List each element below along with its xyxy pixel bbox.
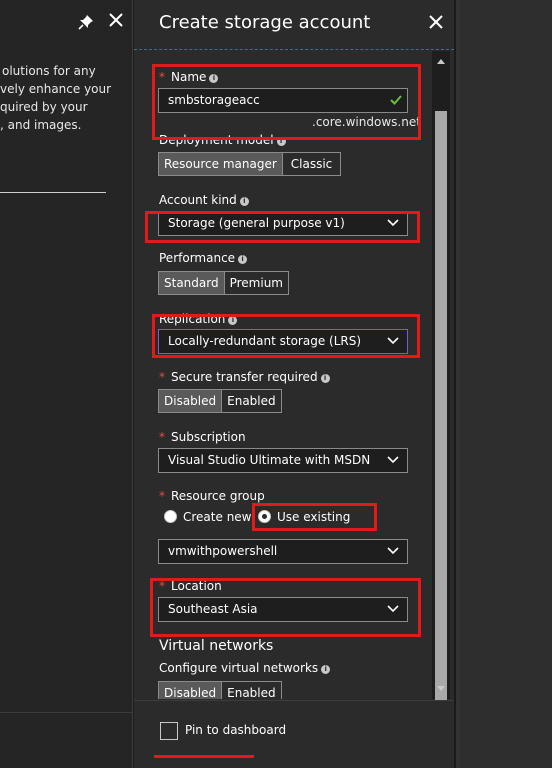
scroll-up-arrow-icon[interactable] — [437, 59, 445, 64]
pin-to-dashboard-label: Pin to dashboard — [185, 723, 287, 737]
pin-icon[interactable] — [78, 14, 94, 30]
chevron-down-icon — [387, 456, 399, 464]
subscription-value: Visual Studio Ultimate with MSDN — [168, 453, 371, 467]
portal-background — [454, 0, 552, 768]
deployment-classic-option[interactable]: Classic — [283, 153, 341, 175]
resource-group-value: vmwithpowershell — [168, 544, 278, 558]
configure-virtual-networks-label: Configure virtual networks i — [159, 661, 331, 675]
pin-to-dashboard-checkbox[interactable] — [160, 722, 178, 740]
highlight-box-location — [150, 578, 421, 637]
highlight-box-name — [152, 64, 421, 140]
secure-transfer-enabled-option[interactable]: Enabled — [222, 390, 281, 412]
previous-blade: olutions for any vely enhance your quire… — [0, 0, 133, 768]
info-icon[interactable]: i — [238, 255, 248, 264]
virtual-networks-enabled-option[interactable]: Enabled — [222, 682, 281, 699]
account-kind-label: Account kind i — [159, 193, 249, 207]
highlight-box-use-existing — [252, 503, 377, 531]
scroll-down-arrow-icon[interactable] — [437, 686, 445, 691]
secure-transfer-disabled-option[interactable]: Disabled — [159, 390, 223, 412]
vertical-scrollbar[interactable] — [432, 51, 450, 701]
highlight-box-replication — [152, 314, 420, 358]
blade-footer: Pin to dashboard — [134, 700, 454, 768]
radio-dot — [164, 510, 177, 523]
create-storage-account-blade: Create storage account * Name i smbstorage… — [134, 0, 454, 768]
resource-group-label: * Resource group — [159, 489, 265, 503]
close-icon[interactable] — [428, 14, 444, 30]
resource-group-select[interactable]: vmwithpowershell — [158, 539, 408, 564]
deployment-model-toggle: Resource manager Classic — [158, 152, 342, 176]
subscription-select[interactable]: Visual Studio Ultimate with MSDN — [158, 448, 408, 473]
secure-transfer-toggle: Disabled Enabled — [158, 389, 282, 413]
blade-header: Create storage account — [134, 0, 454, 50]
performance-standard-option[interactable]: Standard — [159, 272, 225, 294]
previous-blade-header — [0, 0, 133, 46]
description-line: , and images. — [0, 118, 82, 132]
performance-toggle: Standard Premium — [158, 271, 289, 295]
chevron-down-icon — [387, 547, 399, 555]
virtual-networks-heading: Virtual networks — [159, 638, 274, 654]
secure-transfer-label: * Secure transfer required i — [159, 370, 330, 384]
info-icon[interactable]: i — [239, 197, 249, 206]
performance-label: Performance i — [159, 251, 248, 265]
performance-premium-option[interactable]: Premium — [225, 272, 288, 294]
divider — [0, 712, 133, 713]
create-button-highlight — [154, 755, 254, 758]
divider — [0, 192, 106, 193]
description-line: quired by your — [0, 100, 88, 114]
close-icon[interactable] — [107, 11, 125, 29]
previous-blade-description: olutions for any vely enhance your quire… — [0, 62, 133, 134]
create-new-radio[interactable]: Create new — [164, 510, 252, 524]
blade-title: Create storage account — [159, 12, 371, 33]
portal-canvas — [460, 0, 552, 768]
subscription-label: * Subscription — [159, 430, 246, 444]
scroll-thumb[interactable] — [435, 111, 447, 701]
info-icon[interactable]: i — [320, 374, 330, 383]
description-line: olutions for any — [2, 64, 96, 78]
highlight-box-account-kind — [145, 211, 420, 243]
deployment-resource-manager-option[interactable]: Resource manager — [159, 153, 283, 175]
info-icon[interactable]: i — [321, 665, 331, 674]
description-line: vely enhance your — [0, 82, 112, 96]
virtual-networks-disabled-option[interactable]: Disabled — [159, 682, 223, 699]
virtual-networks-toggle: Disabled Enabled — [158, 681, 282, 699]
